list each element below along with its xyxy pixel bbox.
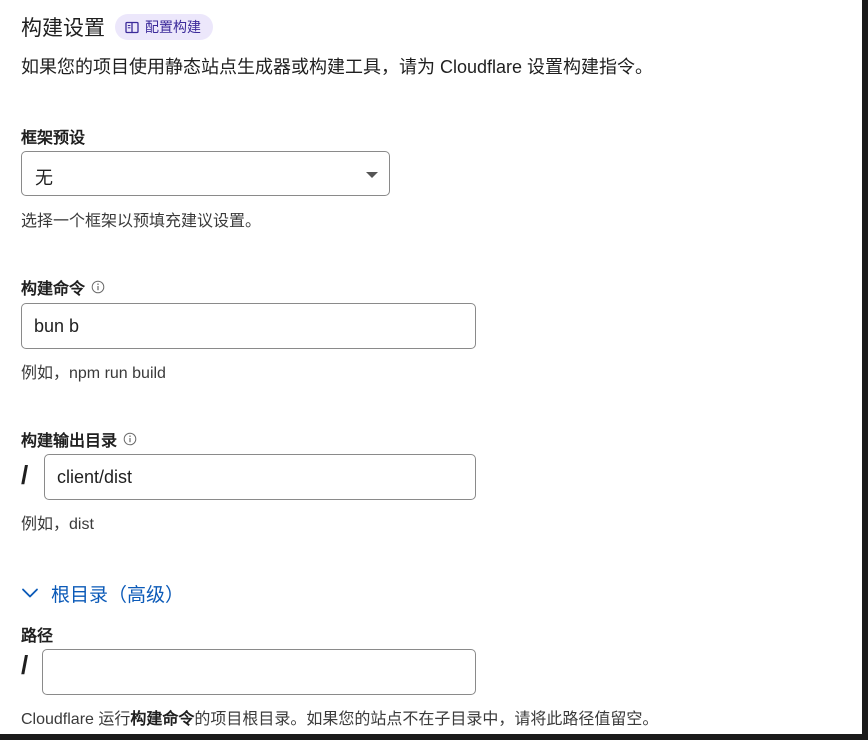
info-icon[interactable] bbox=[91, 280, 105, 294]
page-title: 构建设置 bbox=[21, 17, 105, 40]
framework-preset-help: 选择一个框架以预填充建议设置。 bbox=[21, 213, 262, 230]
chevron-down-icon bbox=[21, 583, 39, 605]
caret-down-icon bbox=[366, 172, 378, 178]
build-command-input[interactable] bbox=[21, 303, 476, 349]
build-command-help: 例如，npm run build bbox=[21, 365, 166, 382]
output-dir-input[interactable] bbox=[44, 454, 476, 500]
framework-preset-select[interactable]: 无 bbox=[21, 151, 390, 196]
path-help-prefix: Cloudflare 运行 bbox=[21, 711, 131, 728]
root-directory-toggle-label: 根目录（高级） bbox=[51, 585, 185, 606]
path-help-bold: 构建命令 bbox=[130, 711, 195, 728]
section-description: 如果您的项目使用静态站点生成器或构建工具，请为 Cloudflare 设置构建指… bbox=[21, 57, 654, 77]
framework-preset-label: 框架预设 bbox=[21, 124, 85, 148]
window-border-bottom bbox=[0, 734, 868, 740]
output-dir-label-text: 构建输出目录 bbox=[21, 433, 118, 450]
build-command-label-text: 构建命令 bbox=[21, 281, 86, 298]
path-label-text: 路径 bbox=[21, 628, 54, 645]
root-directory-toggle[interactable]: 根目录（高级） bbox=[21, 580, 184, 607]
window-border-right bbox=[862, 0, 868, 740]
framework-preset-label-text: 框架预设 bbox=[21, 130, 86, 147]
path-help: Cloudflare 运行构建命令的项目根目录。如果您的站点不在子目录中，请将此… bbox=[21, 705, 658, 729]
output-dir-label: 构建输出目录 bbox=[21, 427, 137, 451]
output-dir-help: 例如，dist bbox=[21, 516, 94, 533]
path-help-suffix: 的项目根目录。如果您的站点不在子目录中，请将此路径值留空。 bbox=[194, 711, 659, 728]
framework-preset-value: 无 bbox=[35, 168, 53, 188]
docs-link-label: 配置构建 bbox=[145, 19, 201, 35]
info-icon[interactable] bbox=[123, 432, 137, 446]
path-input[interactable] bbox=[42, 649, 476, 695]
docs-link[interactable]: 配置构建 bbox=[115, 14, 213, 40]
path-prefix: / bbox=[21, 650, 29, 680]
book-icon bbox=[125, 21, 139, 34]
section-header: 构建设置 配置构建 bbox=[21, 12, 213, 42]
output-dir-prefix: / bbox=[21, 460, 29, 490]
path-label: 路径 bbox=[21, 622, 53, 646]
build-command-label: 构建命令 bbox=[21, 275, 105, 299]
